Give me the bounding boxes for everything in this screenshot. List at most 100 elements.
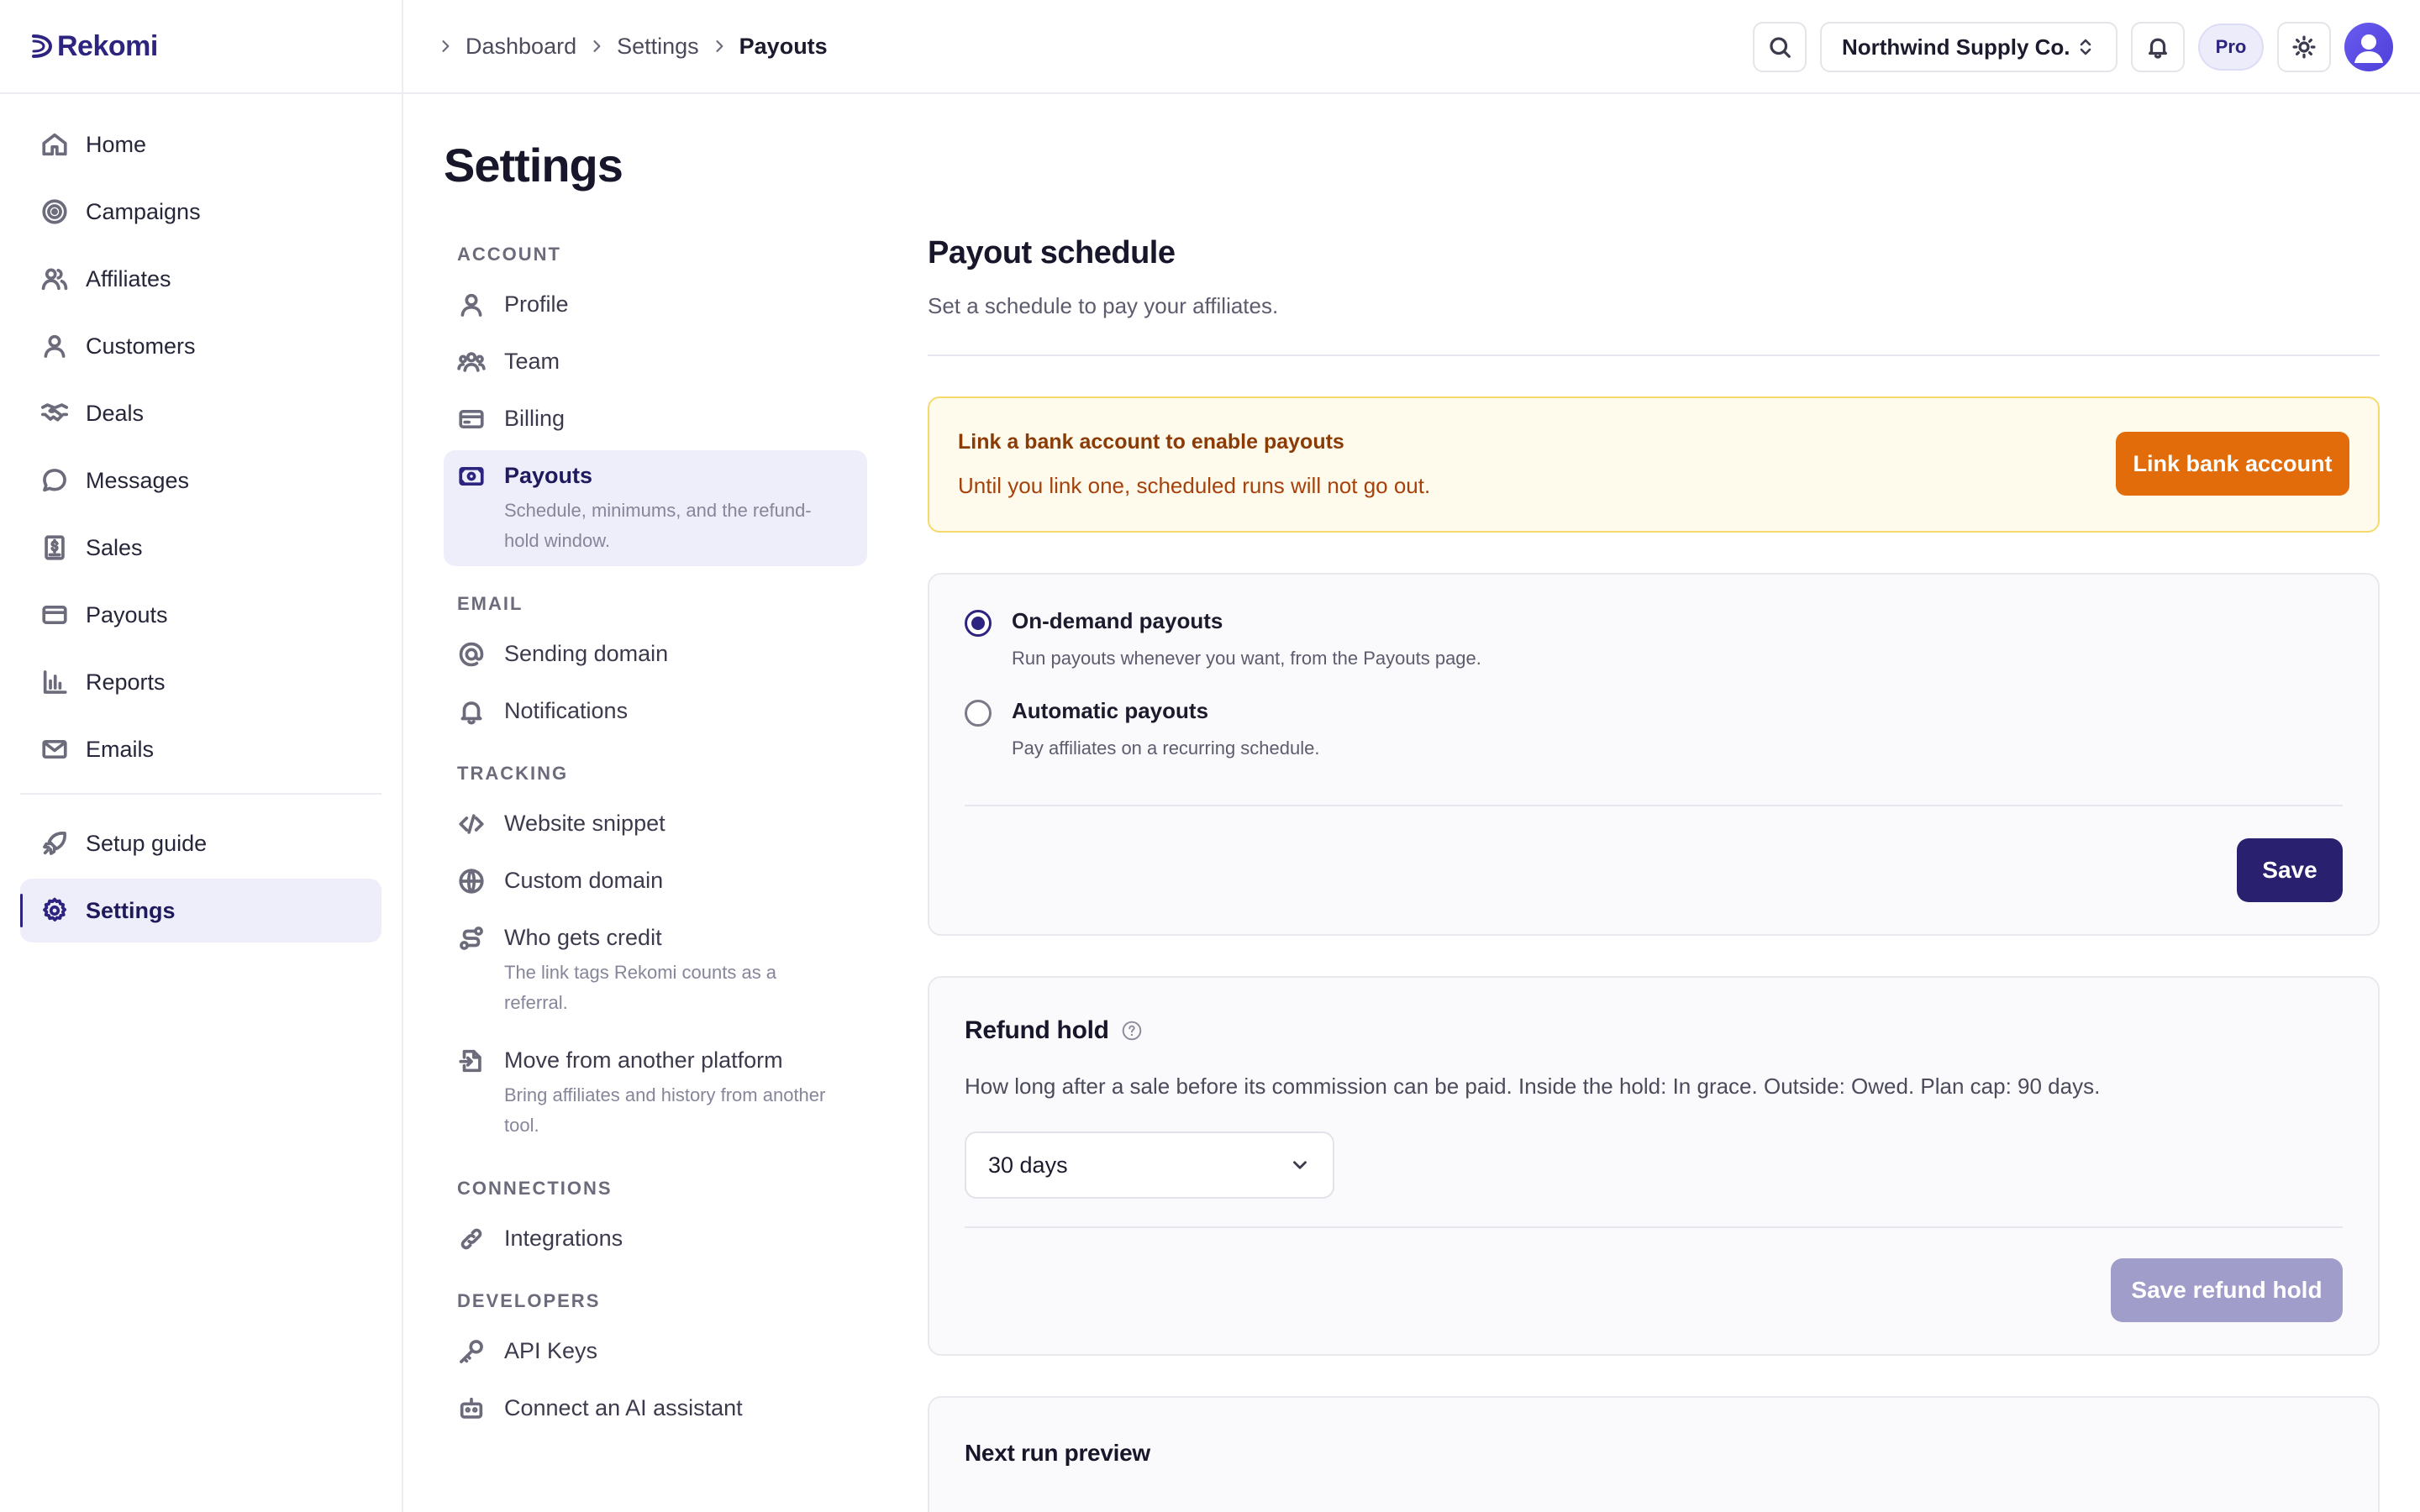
settings-section-heading: CONNECTIONS <box>457 1178 613 1199</box>
save-refund-hold-button[interactable]: Save refund hold <box>2111 1258 2343 1322</box>
settings-section-heading: EMAIL <box>457 593 523 614</box>
payout-icon <box>459 466 484 486</box>
chevron-right-icon <box>593 40 601 52</box>
settings-item-custom-domain[interactable]: Custom domain <box>444 855 867 906</box>
bank-account-alert: Link a bank account to enable payouts Un… <box>928 396 2380 533</box>
settings-group-connections: CONNECTIONS Integrations <box>444 1174 867 1263</box>
main-nav: Home Campaigns Affiliates Customers Deal… <box>20 113 381 946</box>
payout-settings-content: Payout schedule Set a schedule to pay yo… <box>928 235 2380 1512</box>
settings-item-team[interactable]: Team <box>444 336 867 386</box>
next-run-preview-card: Next run preview <box>928 1396 2380 1512</box>
nav-item-emails[interactable]: Emails <box>20 717 381 781</box>
team-icon <box>457 352 486 372</box>
search-button[interactable] <box>1753 22 1807 72</box>
settings-item-integrations[interactable]: Integrations <box>444 1213 867 1263</box>
help-icon[interactable] <box>1121 1020 1143 1042</box>
nav-item-settings[interactable]: Settings <box>20 879 381 942</box>
section-title: Payout schedule <box>928 235 1176 270</box>
nav-item-customers[interactable]: Customers <box>20 314 381 378</box>
radio-title: On-demand payouts <box>1012 608 1223 633</box>
radio-button[interactable] <box>965 610 992 637</box>
settings-item-notifications[interactable]: Notifications <box>444 685 867 736</box>
bell-icon <box>460 701 482 725</box>
settings-item-label: Who gets credit <box>504 925 662 950</box>
settings-item-billing[interactable]: Billing <box>444 393 867 444</box>
settings-item-label: Team <box>504 349 560 374</box>
nav-item-reports[interactable]: Reports <box>20 650 381 714</box>
settings-item-label: Sending domain <box>504 641 669 666</box>
settings-item-sending-domain[interactable]: Sending domain <box>444 628 867 679</box>
settings-group-tracking: TRACKING Website snippet Custom domain W… <box>444 759 867 1151</box>
breadcrumb-settings[interactable]: Settings <box>617 34 699 60</box>
radio-title: Automatic payouts <box>1012 698 1209 723</box>
nav-label: Emails <box>86 736 155 762</box>
settings-item-label: Move from another platform <box>504 1047 783 1073</box>
settings-group-developers: DEVELOPERS API Keys Connect an AI assist… <box>444 1287 867 1433</box>
gear-icon <box>43 897 67 921</box>
refund-hold-card: Refund hold How long after a sale before… <box>928 976 2380 1356</box>
bell-icon <box>2149 38 2167 59</box>
breadcrumb-payouts: Payouts <box>739 33 828 59</box>
home-icon <box>42 133 67 156</box>
card-divider <box>965 1226 2343 1228</box>
settings-section-heading: DEVELOPERS <box>457 1290 601 1311</box>
link-bank-account-button[interactable]: Link bank account <box>2116 432 2349 496</box>
card-divider <box>965 805 2343 806</box>
settings-item-api-keys[interactable]: API Keys <box>444 1326 867 1376</box>
refund-hold-title-row: Refund hold <box>965 1016 2343 1045</box>
nav-label: Home <box>86 131 147 157</box>
refund-hold-title: Refund hold <box>965 1016 1109 1044</box>
breadcrumb-dashboard[interactable]: Dashboard <box>466 34 576 60</box>
settings-item-payouts[interactable]: Payouts Schedule, minimums, and the refu… <box>444 450 867 566</box>
radio-button[interactable] <box>965 700 992 727</box>
nav-item-affiliates[interactable]: Affiliates <box>20 247 381 311</box>
nav-item-sales[interactable]: Sales <box>20 516 381 580</box>
settings-item-description: Bring affiliates and history from anothe… <box>504 1084 826 1136</box>
chevron-up-down-icon <box>2080 39 2091 55</box>
settings-item-description: Schedule, minimums, and the refund-hold … <box>504 500 812 551</box>
chevron-right-icon <box>716 40 723 52</box>
radio-option-on-demand[interactable]: On-demand payouts Run payouts whenever y… <box>965 608 2343 669</box>
settings-item-move-platform[interactable]: Move from another platform Bring affilia… <box>444 1035 867 1151</box>
nav-item-home[interactable]: Home <box>20 113 381 176</box>
section-divider <box>928 354 2380 356</box>
user-avatar-icon <box>2354 34 2383 63</box>
settings-group-account: ACCOUNT Profile Team Billing Payouts Sch… <box>444 240 867 566</box>
settings-item-label: Connect an AI assistant <box>504 1395 743 1420</box>
rocket-icon <box>43 832 66 855</box>
code-icon <box>459 814 484 834</box>
notifications-button[interactable] <box>2131 22 2185 72</box>
save-button[interactable]: Save <box>2237 838 2343 902</box>
breadcrumb: Dashboard Settings Payouts <box>403 34 828 60</box>
nav-label: Payouts <box>86 601 168 627</box>
user-icon <box>460 293 482 317</box>
radio-option-automatic[interactable]: Automatic payouts Pay affiliates on a re… <box>965 698 2343 759</box>
chat-icon <box>43 469 66 492</box>
mail-icon <box>42 739 67 759</box>
nav-item-deals[interactable]: Deals <box>20 381 381 445</box>
search-icon <box>1770 37 1791 58</box>
settings-group-email: EMAIL Sending domain Notifications <box>444 590 867 736</box>
settings-item-ai-assistant[interactable]: Connect an AI assistant <box>444 1383 867 1433</box>
refund-hold-select[interactable]: 30 days <box>965 1131 1334 1199</box>
next-run-title: Next run preview <box>965 1440 1150 1466</box>
nav-item-setup-guide[interactable]: Setup guide <box>20 811 381 875</box>
settings-item-website-snippet[interactable]: Website snippet <box>444 798 867 848</box>
settings-item-label: API Keys <box>504 1338 598 1363</box>
app-sidebar: Rekomi Home Campaigns Affiliates Custome… <box>0 0 403 1512</box>
settings-item-who-gets-credit[interactable]: Who gets credit The link tags Rekomi cou… <box>444 912 867 1028</box>
nav-item-messages[interactable]: Messages <box>20 449 381 512</box>
nav-label: Messages <box>86 467 190 493</box>
settings-item-profile[interactable]: Profile <box>444 279 867 329</box>
payout-mode-card: On-demand payouts Run payouts whenever y… <box>928 573 2380 936</box>
nav-item-campaigns[interactable]: Campaigns <box>20 180 381 244</box>
brand-logo[interactable]: Rekomi <box>30 30 158 63</box>
plan-badge[interactable]: Pro <box>2198 24 2264 71</box>
org-switcher[interactable]: Northwind Supply Co. <box>1820 22 2118 72</box>
avatar[interactable] <box>2344 23 2393 71</box>
logo-row: Rekomi <box>0 0 402 94</box>
nav-item-payouts[interactable]: Payouts <box>20 583 381 647</box>
settings-item-label: Payouts <box>504 463 593 488</box>
theme-toggle-button[interactable] <box>2277 22 2331 72</box>
radio-description: Run payouts whenever you want, from the … <box>1012 648 1481 669</box>
